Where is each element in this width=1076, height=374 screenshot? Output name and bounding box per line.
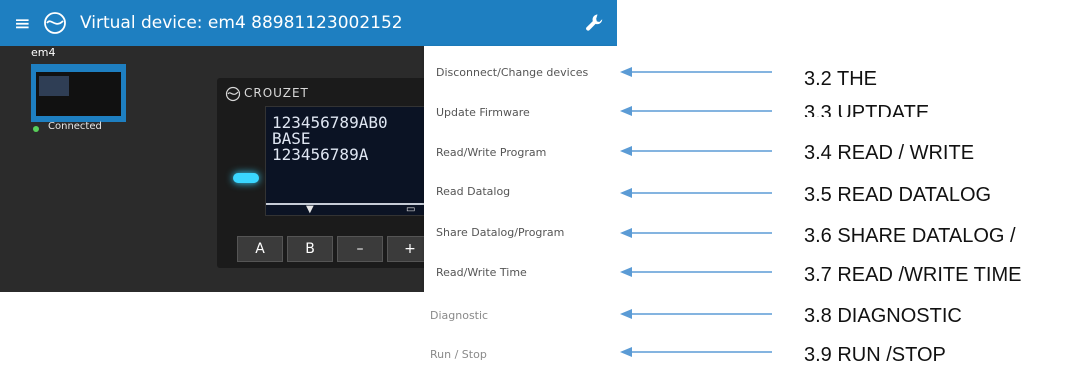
app-window: ≡ Virtual device: em4 88981123002152 em4…	[0, 0, 617, 292]
annotation-arrow-icon	[620, 267, 772, 277]
annotation-arrow-icon	[620, 309, 772, 319]
annotation-label: 3.6 SHARE DATALOG /	[804, 225, 1016, 247]
annotation-arrow-icon	[620, 146, 772, 156]
annotation-arrow-icon	[620, 228, 772, 238]
menu-item-disconnect[interactable]: Disconnect/Change devices	[436, 66, 588, 79]
annotation-label: 3.5 READ DATALOG	[804, 184, 992, 206]
lcd-screen: 123456789AB0 BASE 123456789A ▼ ▭	[265, 106, 447, 216]
annotation-label: 3.9 RUN /STOP	[804, 344, 946, 366]
top-bar: ≡ Virtual device: em4 88981123002152	[0, 0, 617, 46]
key-b-button[interactable]: B	[287, 236, 333, 262]
device-name: em4	[31, 46, 56, 59]
key-minus-button[interactable]: –	[337, 236, 383, 262]
annotation-label: 3.8 DIAGNOSTIC	[804, 305, 962, 327]
lcd-computer-icon: ▭	[406, 204, 416, 215]
key-a-button[interactable]: A	[237, 236, 283, 262]
annotation-arrow-icon	[620, 188, 772, 198]
wrench-icon[interactable]	[583, 11, 607, 35]
menu-item-run-stop[interactable]: Run / Stop	[430, 348, 487, 361]
menu-item-update-firmware[interactable]: Update Firmware	[436, 106, 530, 119]
lcd-line: 123456789A	[272, 145, 369, 164]
annotation-arrow-icon	[620, 106, 772, 116]
window-title: Virtual device: em4 88981123002152	[80, 13, 403, 33]
annotation-label: 3.4 READ / WRITE	[804, 142, 975, 164]
connected-status-dot-icon	[33, 126, 39, 132]
virtual-device-panel: CROUZET 123456789AB0 BASE 123456789A ▼ ▭…	[217, 78, 457, 268]
connection-status: Connected	[48, 121, 102, 132]
menu-item-read-datalog[interactable]: Read Datalog	[436, 185, 510, 198]
lcd-arrow-icon: ▼	[306, 204, 314, 215]
settings-menu: Disconnect/Change devices Update Firmwar…	[424, 46, 617, 292]
crouzet-brand-icon	[225, 86, 241, 102]
menu-item-read-write-program[interactable]: Read/Write Program	[436, 146, 546, 159]
annotation-arrow-icon	[620, 67, 772, 77]
menu-item-read-write-time[interactable]: Read/Write Time	[436, 266, 527, 279]
brand-name: CROUZET	[244, 86, 309, 100]
crouzet-logo-icon	[44, 12, 66, 34]
hamburger-menu-icon[interactable]: ≡	[14, 13, 32, 33]
lcd-divider	[266, 203, 446, 205]
annotation-label: 3.7 READ /WRITE TIME	[804, 264, 1022, 286]
device-thumbnail-screen	[39, 76, 69, 96]
device-thumbnail-body	[36, 72, 121, 116]
menu-item-share-datalog-program[interactable]: Share Datalog/Program	[436, 226, 564, 239]
annotation-arrow-icon	[620, 347, 772, 357]
annotation-label: 3.3 UPTDATE	[804, 102, 930, 117]
device-thumbnail[interactable]	[31, 64, 126, 122]
annotation-label: 3.2 THE	[804, 68, 877, 90]
status-led	[233, 173, 259, 183]
menu-item-diagnostic[interactable]: Diagnostic	[430, 309, 488, 322]
